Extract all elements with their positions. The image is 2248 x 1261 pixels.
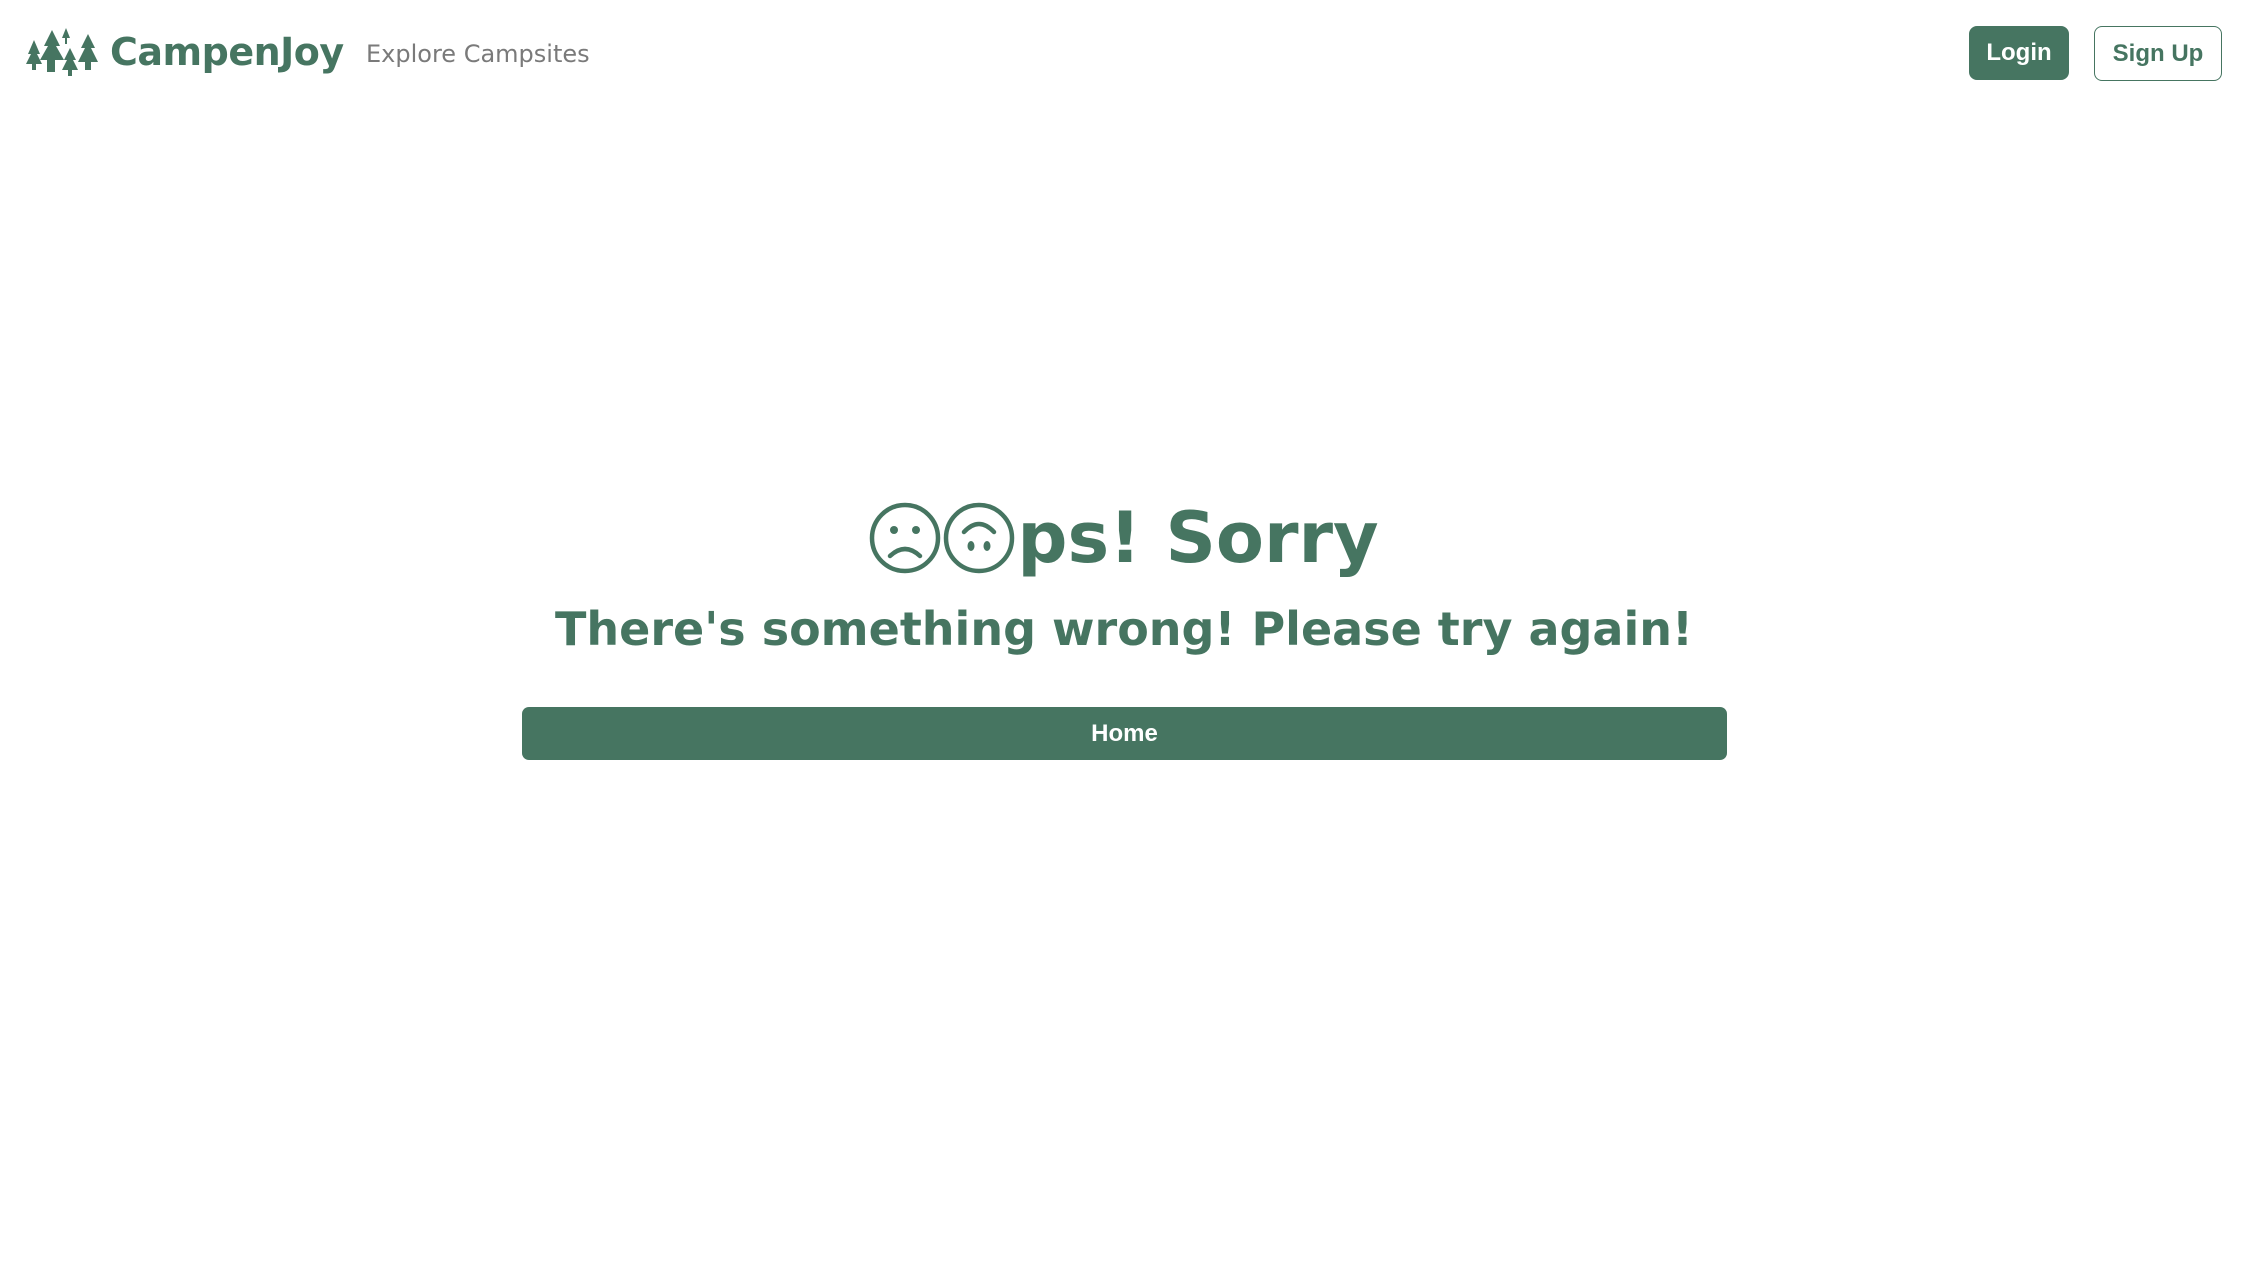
error-section: ps! Sorry There's something wrong! Pleas…: [0, 490, 2248, 664]
brand-name: CampenJoy: [110, 30, 344, 74]
signup-button[interactable]: Sign Up: [2094, 26, 2222, 81]
error-subtitle: There's something wrong! Please try agai…: [555, 602, 1693, 656]
navbar: CampenJoy Explore Campsites Login Sign U…: [0, 0, 2248, 108]
frowning-face-icon: [870, 502, 941, 574]
error-title: ps! Sorry: [0, 490, 2248, 586]
home-button[interactable]: Home: [522, 707, 1727, 760]
brand-home-link[interactable]: CampenJoy: [26, 26, 344, 78]
nav-explore-campsites[interactable]: Explore Campsites: [366, 36, 590, 72]
error-title-text: ps! Sorry: [1017, 497, 1379, 579]
pine-trees-icon: [26, 28, 98, 76]
login-button[interactable]: Login: [1969, 26, 2069, 80]
upside-down-face-icon: [944, 502, 1015, 574]
